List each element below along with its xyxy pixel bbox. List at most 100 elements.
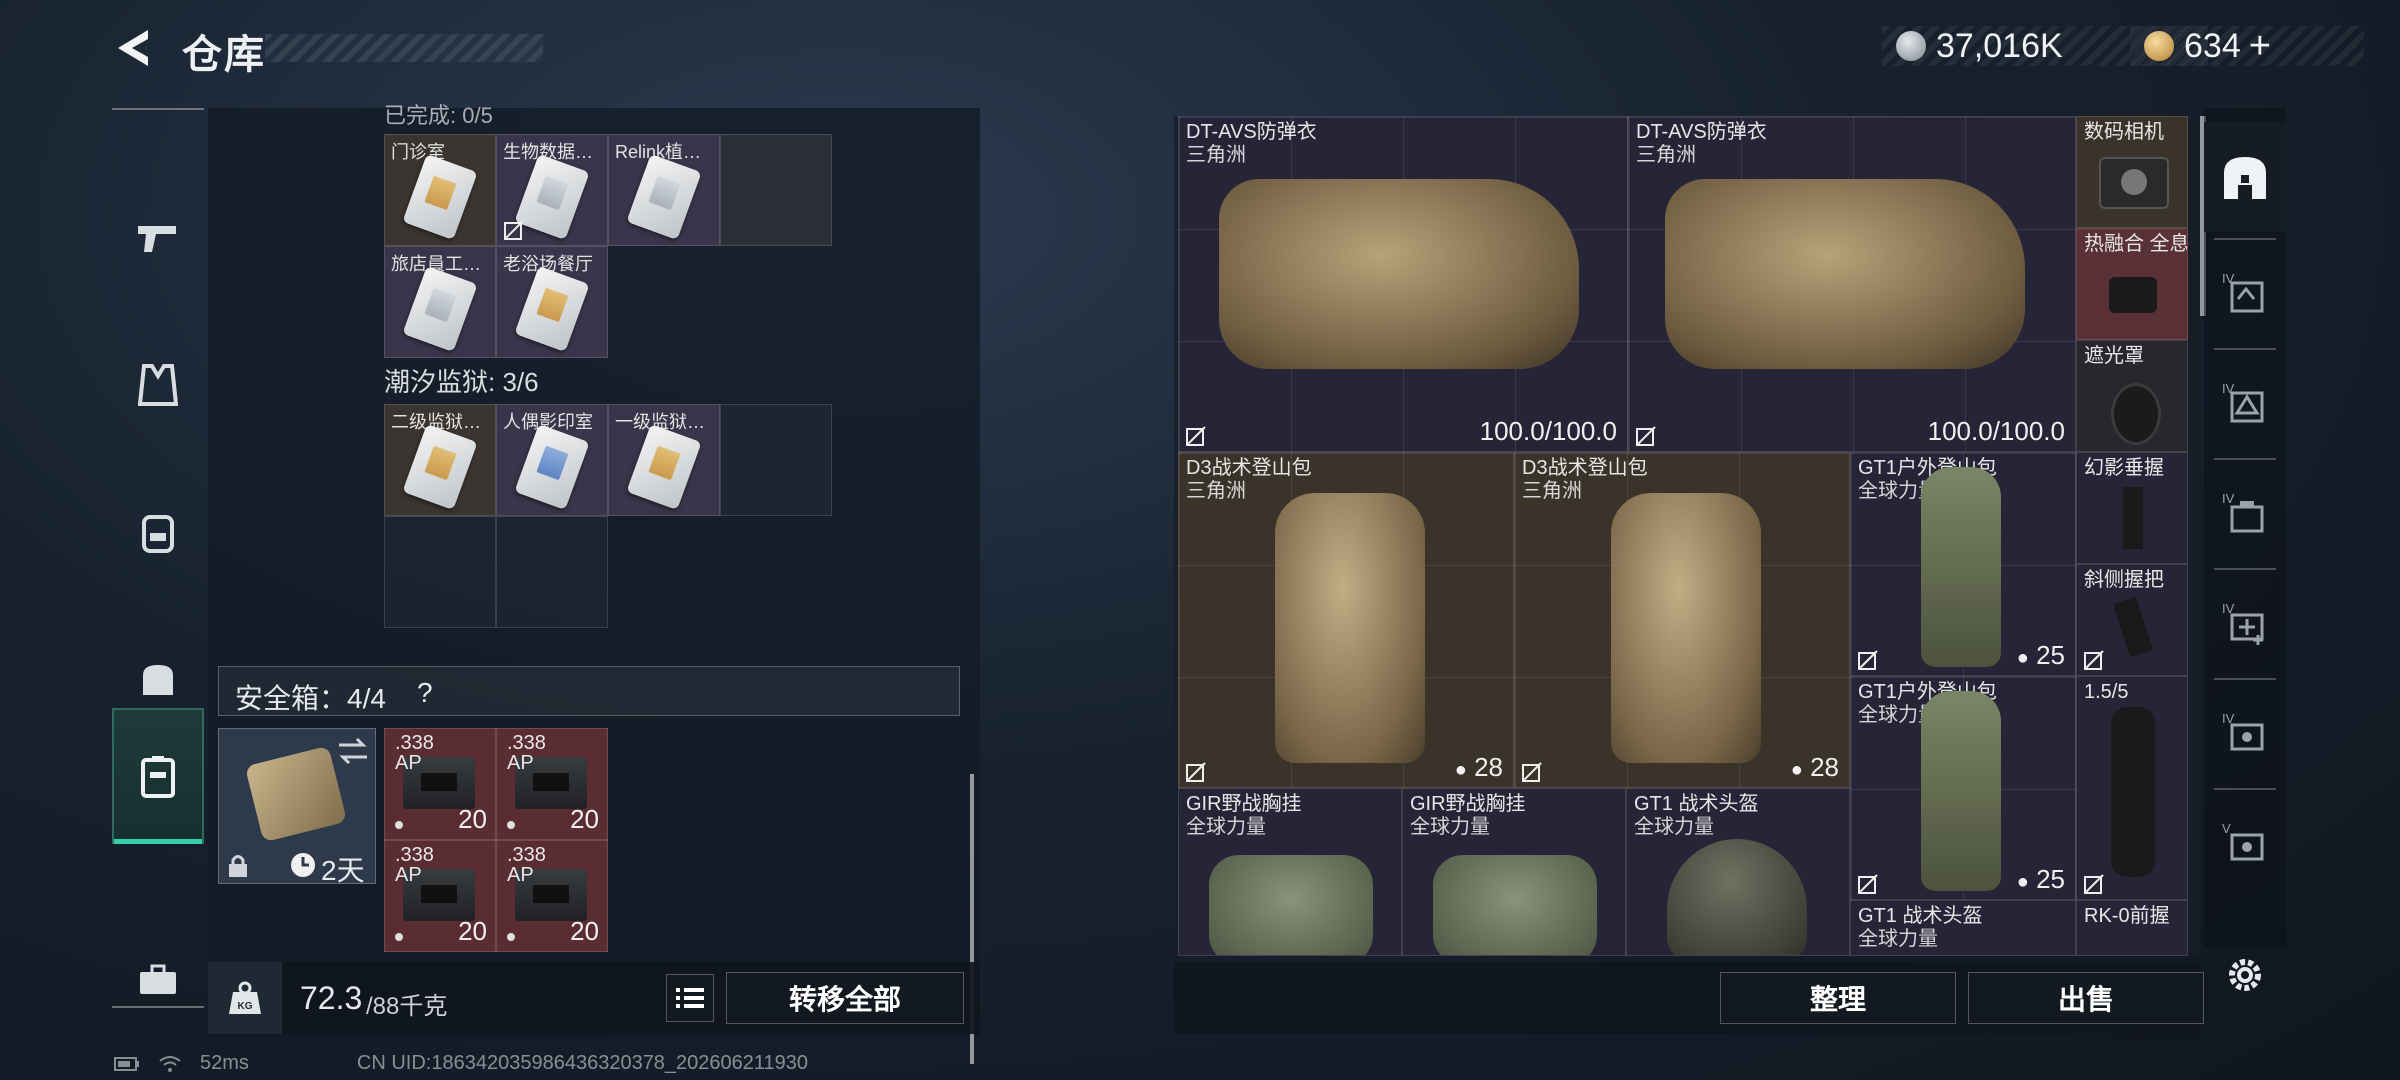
pouch-icon	[143, 665, 173, 695]
settings-gear-icon[interactable]	[2224, 954, 2266, 996]
weight-icon: KG	[208, 962, 282, 1034]
title-stripe	[265, 34, 543, 62]
keycard-slot-empty[interactable]	[384, 516, 496, 628]
keycard-icon	[626, 153, 702, 241]
keycard-item[interactable]: 老浴场餐厅	[496, 246, 608, 358]
filter-parts-tier5[interactable]: V	[2204, 788, 2286, 898]
keycard-item[interactable]: 人偶影印室	[496, 404, 608, 516]
ammo-item[interactable]: .338 AP 20	[496, 728, 608, 840]
sell-button[interactable]: 出售	[1968, 972, 2204, 1024]
keycard-item[interactable]: Relink植…	[608, 134, 720, 246]
gold-coin-icon	[2144, 31, 2174, 61]
safebox-timer: 2天	[321, 855, 365, 886]
filter-armor-tier4[interactable]: IV	[2204, 238, 2286, 348]
currency-premium[interactable]: 634 +	[2130, 25, 2364, 68]
nav-backpack[interactable]	[112, 472, 204, 592]
filter-medkit-tier4[interactable]: IV	[2204, 568, 2286, 678]
keycard-slot-empty[interactable]	[720, 134, 832, 246]
svg-text:IV: IV	[2222, 491, 2235, 506]
lenshood-image	[2111, 383, 2161, 445]
stash-panel[interactable]: DT-AVS防弹衣 三角洲 100.0/100.0 DT-AVS防弹衣 三角洲 10…	[1174, 116, 2206, 956]
capacity-icon: ●	[2016, 647, 2029, 669]
stash-item-sight[interactable]: 热融合 全息	[2076, 228, 2188, 340]
keycard-icon	[514, 265, 590, 353]
keycard-icon	[402, 153, 478, 241]
ammo-item[interactable]: .338 AP 20	[496, 840, 608, 952]
keycard-slot-empty[interactable]	[720, 404, 832, 516]
keycard-icon	[514, 153, 590, 241]
armor-tier4-icon: IV	[2222, 271, 2264, 313]
stash-item-grip[interactable]: 斜侧握把	[2076, 564, 2188, 676]
transfer-all-button[interactable]: 转移全部	[726, 972, 964, 1024]
parts-tier5-icon: V	[2222, 821, 2264, 861]
keycard-item[interactable]: 二级监狱…	[384, 404, 496, 516]
add-currency-plus[interactable]: +	[2249, 25, 2271, 68]
stash-item-helmet[interactable]: GT1 战术头盔 全球力量	[1850, 900, 2076, 956]
no-insure-icon	[1858, 874, 1878, 894]
list-view-button[interactable]	[666, 974, 714, 1022]
vest-icon	[138, 364, 178, 406]
ping-value: 52ms	[200, 1052, 249, 1074]
stash-item-foregrip[interactable]: RK-0前握	[2076, 900, 2188, 956]
nav-toolbox[interactable]	[112, 920, 204, 1040]
capacity-icon: ●	[2016, 871, 2029, 893]
swap-icon[interactable]	[337, 737, 369, 765]
ammo-item[interactable]: .338 AP 20	[384, 840, 496, 952]
backpack-image	[1611, 493, 1761, 763]
backpack-image	[1921, 467, 2001, 667]
stash-item-backpack[interactable]: D3战术登山包 三角洲 ● 28	[1178, 452, 1514, 788]
back-arrow-icon[interactable]	[112, 26, 158, 70]
capacity-icon: ●	[1454, 759, 1467, 781]
sight-image	[2109, 277, 2157, 313]
keycard-section-2-header: 潮汐监狱: 3/6	[384, 367, 539, 397]
stash-item-grip[interactable]: 幻影垂握	[2076, 452, 2188, 564]
chest-rig-image	[1209, 855, 1373, 955]
safebox-case-icon	[244, 745, 348, 843]
weight-bar: KG 72.3 /88千克 转移全部	[208, 962, 980, 1034]
keycard-section-1-header: 已完成: 0/5	[384, 103, 493, 128]
case-tier4-icon: IV	[2222, 491, 2264, 533]
ammo-item[interactable]: .338 AP 20	[384, 728, 496, 840]
stash-item-helmet[interactable]: GT1 战术头盔 全球力量	[1626, 788, 1850, 956]
safebox-slot[interactable]: 2天	[218, 728, 376, 886]
filter-parts-tier4[interactable]: IV	[2204, 678, 2286, 788]
camera-image	[2099, 157, 2169, 209]
stash-item-backpack[interactable]: GT1户外登山包 全球力量 ● 25	[1850, 676, 2076, 900]
currency-premium-value: 634	[2184, 26, 2241, 65]
stash-item-chest-rig[interactable]: GIR野战胸挂 全球力量	[1178, 788, 1402, 956]
sort-button[interactable]: 整理	[1720, 972, 1956, 1024]
currency-coins-value: 37,016K	[1936, 26, 2063, 65]
keycard-slot-empty[interactable]	[496, 516, 608, 628]
storage-home-icon	[2224, 157, 2266, 199]
stash-item-chest-rig[interactable]: GIR野战胸挂 全球力量	[1402, 788, 1626, 956]
filter-case-tier4[interactable]: IV	[2204, 458, 2286, 568]
stash-item-camera[interactable]: 数码相机	[2076, 116, 2188, 228]
lock-icon	[229, 855, 247, 877]
stash-item-backpack[interactable]: D3战术登山包 三角洲 ● 28	[1514, 452, 1850, 788]
nav-weapons[interactable]	[112, 178, 204, 298]
keycard-item[interactable]: 一级监狱…	[608, 404, 720, 516]
grip-image	[2123, 487, 2143, 549]
nav-vest[interactable]	[112, 326, 204, 446]
chest-rig-image	[1433, 855, 1597, 955]
nav-safebox[interactable]	[112, 708, 204, 844]
keycard-item[interactable]: 生物数据…	[496, 134, 608, 246]
help-button[interactable]: ?	[417, 677, 433, 709]
filter-helmet-tier4[interactable]: IV	[2204, 348, 2286, 458]
stash-item-lenshood[interactable]: 遮光罩	[2076, 340, 2188, 452]
stash-item-armor[interactable]: DT-AVS防弹衣 三角洲 100.0/100.0	[1178, 116, 1628, 452]
keycard-item[interactable]: 旅店員工…	[384, 246, 496, 358]
keycard-icon	[402, 265, 478, 353]
safebox-ammo-grid: .338 AP 20 .338 AP 20 .338 AP 20 .338 AP 20	[384, 728, 608, 952]
weight-capacity: /88千克	[366, 993, 448, 1020]
helmet-image	[1667, 839, 1807, 955]
stash-item-optic[interactable]: 1.5/5	[2076, 676, 2188, 900]
no-insure-icon	[2084, 650, 2104, 670]
armor-vest-image	[1219, 179, 1579, 369]
filter-all-storage[interactable]	[2204, 122, 2286, 232]
stash-item-backpack[interactable]: GT1户外登山包 全球力量 ● 25	[1850, 452, 2076, 676]
keycard-item[interactable]: 门诊室	[384, 134, 496, 246]
safebox-title: 安全箱：4/4	[235, 683, 386, 714]
stash-item-armor[interactable]: DT-AVS防弹衣 三角洲 100.0/100.0	[1628, 116, 2076, 452]
grip-image	[2112, 596, 2154, 658]
